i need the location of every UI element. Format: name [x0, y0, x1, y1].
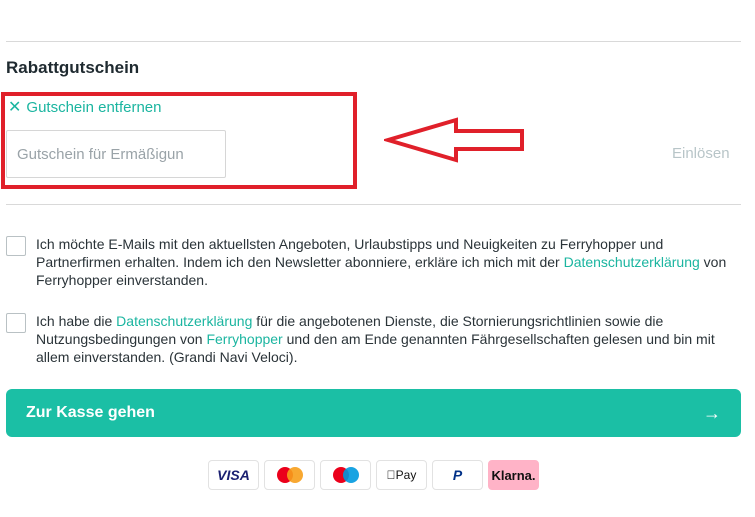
visa-icon: VISA	[208, 460, 259, 490]
close-icon: ✕	[8, 98, 22, 116]
terms-checkbox[interactable]	[6, 313, 26, 333]
apple-pay-label: Pay	[391, 468, 417, 482]
newsletter-consent: Ich möchte E-Mails mit den aktuellsten A…	[6, 235, 741, 289]
arrow-right-icon: →	[703, 402, 721, 423]
section-divider	[6, 204, 741, 205]
checkout-button[interactable]: Zur Kasse gehen →	[6, 389, 741, 437]
apple-logo-icon: 	[387, 468, 396, 482]
coupon-input[interactable]	[6, 130, 226, 178]
checkout-label: Zur Kasse gehen	[26, 404, 155, 421]
newsletter-checkbox[interactable]	[6, 236, 26, 256]
coupon-section-title: Rabattgutschein	[6, 58, 140, 77]
remove-coupon-label: Gutschein entfernen	[26, 99, 162, 116]
terms-privacy-policy-link[interactable]: Datenschutzerklärung	[116, 313, 252, 329]
remove-coupon-link[interactable]: ✕ Gutschein entfernen	[8, 99, 162, 116]
apple-pay-icon:  Pay	[376, 460, 427, 490]
paypal-icon: P	[432, 460, 483, 490]
annotation-arrow	[384, 117, 524, 163]
ferryhopper-link[interactable]: Ferryhopper	[206, 331, 282, 347]
privacy-policy-link[interactable]: Datenschutzerklärung	[564, 254, 700, 270]
maestro-icon	[320, 460, 371, 490]
terms-text-start: Ich habe die	[36, 313, 117, 329]
newsletter-consent-text: Ich möchte E-Mails mit den aktuellsten A…	[36, 235, 741, 289]
top-divider	[6, 41, 741, 42]
redeem-button[interactable]: Einlösen	[672, 145, 730, 162]
payment-methods: VISA  Pay P Klarna.	[208, 460, 539, 490]
klarna-icon: Klarna.	[488, 460, 539, 490]
terms-consent-text: Ich habe die Datenschutzerklärung für di…	[36, 312, 741, 366]
terms-consent: Ich habe die Datenschutzerklärung für di…	[6, 312, 741, 366]
mastercard-icon	[264, 460, 315, 490]
